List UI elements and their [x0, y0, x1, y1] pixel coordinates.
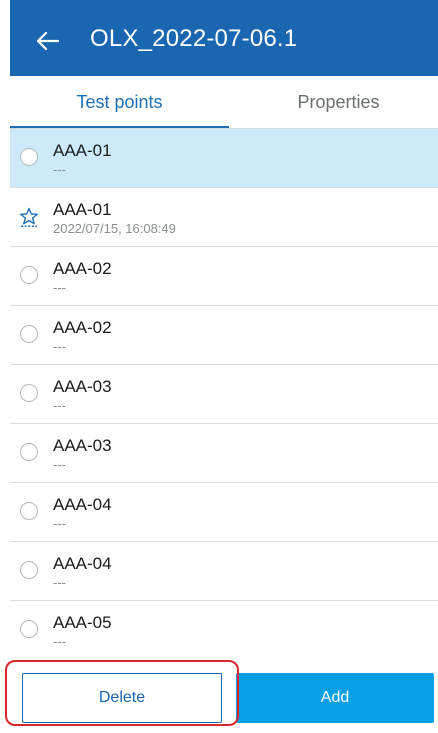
list-item[interactable]: AAA-03 --- [10, 424, 438, 483]
list-item-title: AAA-05 [53, 613, 112, 632]
list-item-title: AAA-01 [53, 141, 112, 160]
list-item-title: AAA-02 [53, 259, 112, 278]
radio-icon[interactable] [20, 502, 38, 520]
list-item[interactable]: AAA-02 --- [10, 247, 438, 306]
tab-properties[interactable]: Properties [229, 76, 438, 128]
list-item-title: AAA-03 [53, 436, 112, 455]
radio-icon[interactable] [20, 384, 38, 402]
radio-icon[interactable] [20, 620, 38, 638]
radio-icon[interactable] [20, 266, 38, 284]
tab-bar: Test points Properties [10, 76, 438, 129]
list-item[interactable]: AAA-04 --- [10, 542, 438, 601]
list-item-subtitle: --- [53, 280, 66, 295]
list-item-subtitle: --- [53, 634, 66, 649]
list-item-subtitle: 2022/07/15, 16:08:49 [53, 221, 176, 236]
app-header: OLX_2022-07-06.1 [10, 0, 438, 76]
list-item-subtitle: --- [53, 339, 66, 354]
list-item[interactable]: AAA-02 --- [10, 306, 438, 365]
test-points-list: AAA-01 --- AAA-01 2022/07/15, 16:08:49 A… [10, 129, 438, 657]
app-frame: OLX_2022-07-06.1 Test points Properties … [10, 0, 438, 733]
list-item-title: AAA-02 [53, 318, 112, 337]
list-item-subtitle: --- [53, 162, 66, 177]
radio-icon[interactable] [20, 148, 38, 166]
list-item[interactable]: AAA-04 --- [10, 483, 438, 542]
list-item[interactable]: AAA-01 --- [10, 129, 438, 188]
list-item[interactable]: AAA-03 --- [10, 365, 438, 424]
radio-icon[interactable] [20, 325, 38, 343]
list-item-subtitle: --- [53, 398, 66, 413]
page-title: OLX_2022-07-06.1 [90, 25, 298, 52]
list-item[interactable]: AAA-01 2022/07/15, 16:08:49 [10, 188, 438, 247]
active-tab-indicator [10, 126, 229, 128]
radio-icon[interactable] [20, 443, 38, 461]
list-item-title: AAA-04 [53, 495, 112, 514]
delete-button[interactable]: Delete [22, 673, 222, 723]
radio-icon[interactable] [20, 561, 38, 579]
list-item-title: AAA-01 [53, 200, 112, 219]
back-button[interactable] [36, 29, 60, 53]
footer-actions: Delete Add [10, 657, 438, 733]
add-button[interactable]: Add [236, 673, 434, 723]
list-item-subtitle: --- [53, 516, 66, 531]
list-item-title: AAA-03 [53, 377, 112, 396]
tab-test-points[interactable]: Test points [10, 76, 229, 128]
list-item-title: AAA-04 [53, 554, 112, 573]
list-item-subtitle: --- [53, 457, 66, 472]
star-outline-icon[interactable] [19, 207, 39, 227]
arrow-left-icon [37, 32, 59, 50]
list-item-subtitle: --- [53, 575, 66, 590]
list-item[interactable]: AAA-05 --- [10, 601, 438, 657]
